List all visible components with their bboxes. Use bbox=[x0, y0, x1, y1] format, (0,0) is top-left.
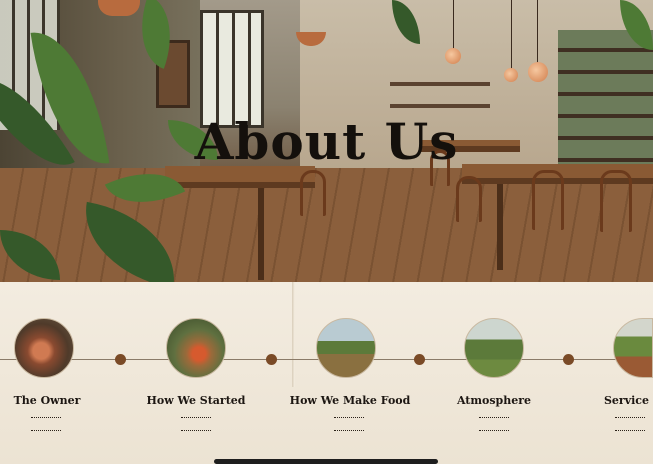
timeline-text-placeholder bbox=[615, 417, 645, 418]
timeline-dot[interactable] bbox=[115, 354, 126, 365]
page-title: About Us bbox=[194, 112, 459, 171]
home-indicator[interactable] bbox=[214, 459, 438, 464]
timeline-text-placeholder bbox=[334, 430, 364, 431]
timeline-text-placeholder bbox=[334, 417, 364, 418]
table-leg bbox=[258, 188, 264, 280]
hero-banner: About Us bbox=[0, 0, 653, 282]
cafe-chair bbox=[532, 170, 564, 230]
timeline-photo-service[interactable] bbox=[613, 318, 653, 378]
cafe-chair bbox=[600, 170, 632, 232]
pendant-lamp bbox=[528, 62, 548, 82]
timeline-label-atmosphere[interactable]: Atmosphere bbox=[434, 394, 554, 407]
hanging-pot bbox=[98, 0, 140, 16]
timeline-text-placeholder bbox=[615, 430, 645, 431]
timeline-photo-atmosphere[interactable] bbox=[464, 318, 524, 378]
timeline-label-started[interactable]: How We Started bbox=[136, 394, 256, 407]
hero-window bbox=[200, 10, 264, 128]
timeline-photo-make-food[interactable] bbox=[316, 318, 376, 378]
timeline-label-owner[interactable]: The Owner bbox=[0, 394, 107, 407]
timeline-text-placeholder bbox=[181, 417, 211, 418]
pendant-lamp bbox=[504, 68, 518, 82]
timeline-text-placeholder bbox=[479, 430, 509, 431]
timeline-label-make-food[interactable]: How We Make Food bbox=[286, 394, 414, 407]
page-fold bbox=[292, 282, 295, 387]
timeline-text-placeholder bbox=[31, 417, 61, 418]
timeline-text-placeholder bbox=[31, 430, 61, 431]
lamp-cord bbox=[537, 0, 538, 64]
pendant-lamp bbox=[445, 48, 461, 64]
cafe-chair bbox=[300, 170, 326, 216]
timeline-dot[interactable] bbox=[266, 354, 277, 365]
timeline-section: The Owner How We Started How We Make Foo… bbox=[0, 282, 653, 464]
timeline-text-placeholder bbox=[479, 417, 509, 418]
lamp-cord bbox=[511, 0, 512, 70]
timeline-text-placeholder bbox=[181, 430, 211, 431]
cafe-chair bbox=[456, 176, 482, 222]
wall-shelf bbox=[390, 104, 490, 108]
timeline-dot[interactable] bbox=[563, 354, 574, 365]
lamp-cord bbox=[453, 0, 454, 50]
table-leg bbox=[497, 184, 503, 270]
timeline-label-service[interactable]: Service bbox=[598, 394, 653, 407]
timeline-dot[interactable] bbox=[414, 354, 425, 365]
timeline-photo-started[interactable] bbox=[166, 318, 226, 378]
wall-shelf bbox=[390, 82, 490, 86]
timeline-photo-owner[interactable] bbox=[14, 318, 74, 378]
